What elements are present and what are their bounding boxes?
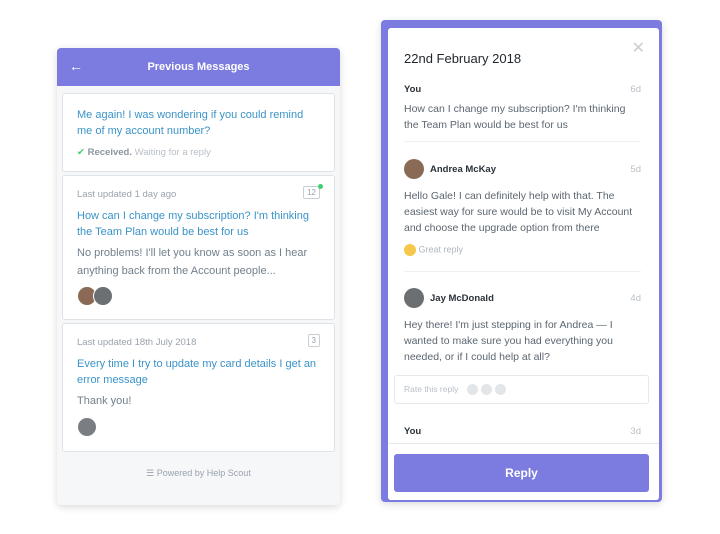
avatar bbox=[404, 288, 424, 308]
message-time: 3d bbox=[630, 426, 641, 437]
message-time: 6d bbox=[630, 84, 641, 95]
reply-footer: Reply bbox=[388, 443, 659, 500]
powered-by-text: Powered by Help Scout bbox=[156, 468, 251, 478]
rating-label: Great reply bbox=[418, 244, 464, 255]
message: You 6d How can I change my subscription?… bbox=[404, 84, 641, 133]
status-detail: Waiting for a reply bbox=[134, 147, 211, 158]
conversation-card[interactable]: Last updated 1 day ago 12 How can I chan… bbox=[62, 175, 335, 320]
divider bbox=[404, 271, 641, 272]
unread-dot bbox=[318, 184, 323, 189]
message: Andrea McKay 5d Hello Gale! I can defini… bbox=[404, 159, 641, 256]
conversation-panel: ✕ 22nd February 2018 You 6d How can I ch… bbox=[388, 28, 659, 500]
avatar bbox=[93, 286, 113, 306]
message-author: Jay McDonald bbox=[430, 292, 494, 304]
conversation-title: How can I change my subscription? I'm th… bbox=[77, 210, 309, 238]
reply-button[interactable]: Reply bbox=[394, 454, 649, 492]
message: You 3d bbox=[404, 426, 641, 437]
conversation-preview: No problems! I'll let you know as soon a… bbox=[77, 247, 308, 277]
sad-face-icon[interactable] bbox=[494, 384, 506, 396]
conversation-card[interactable]: Last updated 18th July 2018 3 Every time… bbox=[62, 323, 335, 452]
check-icon: ✔ bbox=[77, 147, 85, 158]
powered-by[interactable]: ☰ Powered by Help Scout bbox=[57, 468, 340, 479]
message-text: How can I change my subscription? I'm th… bbox=[404, 103, 626, 131]
conversation-preview: Thank you! bbox=[77, 395, 132, 407]
message-time: 4d bbox=[630, 293, 641, 304]
last-updated: Last updated 1 day ago bbox=[77, 189, 177, 200]
neutral-face-icon[interactable] bbox=[480, 384, 492, 396]
conversation-card[interactable]: Me again! I was wondering if you could r… bbox=[62, 93, 335, 172]
message-count-badge: 3 bbox=[307, 334, 320, 347]
close-icon[interactable]: ✕ bbox=[632, 38, 645, 58]
message-author: You bbox=[404, 84, 422, 95]
happy-face-icon bbox=[404, 244, 416, 256]
avatar bbox=[404, 159, 424, 179]
help-scout-logo-icon: ☰ bbox=[146, 468, 155, 478]
panel-title: Previous Messages bbox=[147, 61, 250, 73]
message-time: 5d bbox=[630, 164, 641, 175]
message-author: Andrea McKay bbox=[430, 163, 496, 175]
divider bbox=[404, 141, 641, 142]
message-author: You bbox=[404, 426, 422, 437]
previous-messages-panel: ← Previous Messages Me again! I was wond… bbox=[57, 48, 340, 505]
happy-face-icon[interactable] bbox=[466, 384, 478, 396]
message: Jay McDonald 4d Hey there! I'm just step… bbox=[404, 288, 641, 365]
back-arrow-icon[interactable]: ← bbox=[69, 58, 83, 74]
message-text: Hey there! I'm just stepping in for Andr… bbox=[404, 319, 613, 363]
rate-label: Rate this reply bbox=[404, 384, 459, 394]
conversation-title: Every time I try to update my card detai… bbox=[77, 358, 317, 386]
last-updated: Last updated 18th July 2018 bbox=[77, 337, 197, 348]
conversation-title: Me again! I was wondering if you could r… bbox=[77, 109, 304, 137]
message-text: Hello Gale! I can definitely help with t… bbox=[404, 190, 633, 234]
message-count-badge: 12 bbox=[303, 186, 320, 199]
status: Received. bbox=[87, 147, 132, 158]
avatar bbox=[77, 416, 97, 437]
conversation-date: 22nd February 2018 bbox=[404, 51, 522, 66]
rate-reply-box: Rate this reply bbox=[394, 375, 649, 404]
panel-header: ← Previous Messages bbox=[57, 48, 340, 86]
